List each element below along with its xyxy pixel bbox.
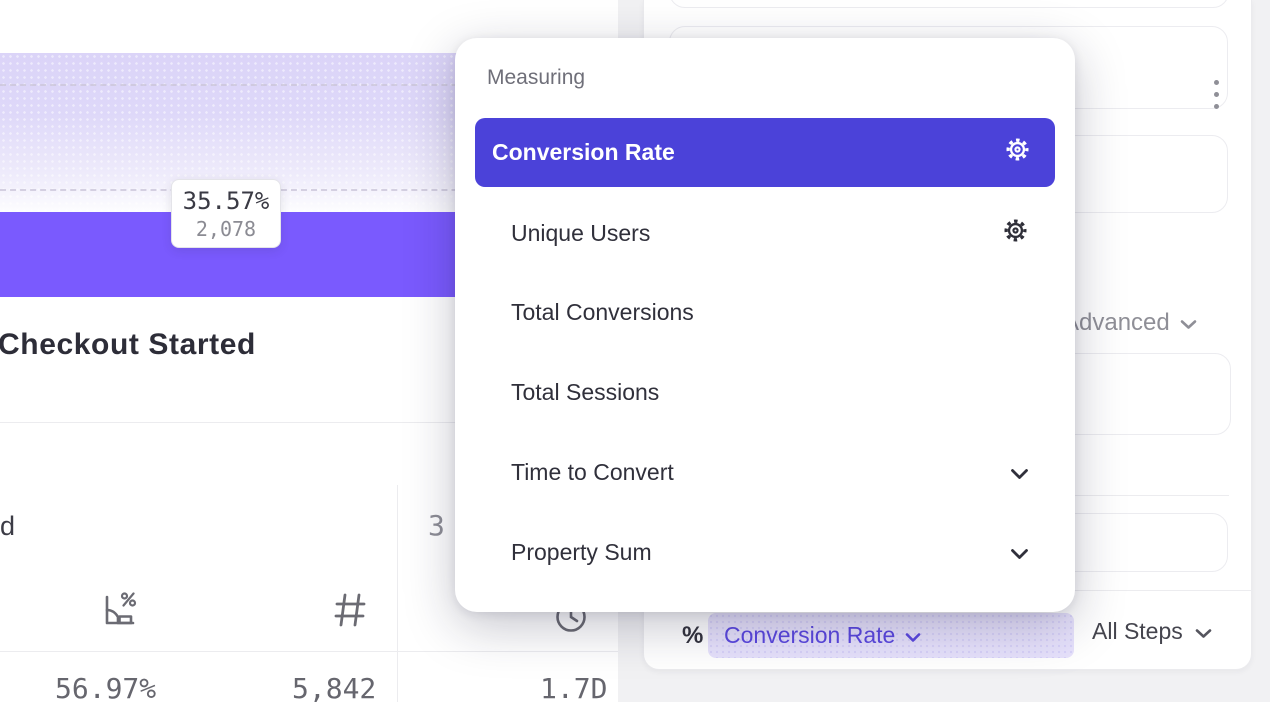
gear-icon[interactable] — [1004, 136, 1031, 169]
chart-tooltip: 35.57% 2,078 — [171, 179, 281, 248]
chevron-down-icon — [905, 622, 921, 649]
advanced-label: Advanced — [1063, 309, 1170, 337]
metric-count: 5,842 — [292, 672, 376, 702]
menu-item-property-sum[interactable]: Property Sum — [475, 521, 1055, 583]
table-step-label: d — [0, 511, 15, 542]
menu-item-label: Property Sum — [511, 539, 652, 566]
funnel-report-screen: 35.57% 2,078 Checkout Started d 3 — [0, 0, 1270, 702]
measuring-dropdown-menu: Measuring Conversion Rate Unique Users — [455, 38, 1075, 612]
chevron-down-icon — [1010, 539, 1029, 566]
gear-icon[interactable] — [1002, 217, 1029, 250]
steps-selector[interactable]: All Steps — [1092, 618, 1212, 645]
step-card[interactable] — [669, 0, 1229, 8]
menu-item-conversion-rate[interactable]: Conversion Rate — [475, 118, 1055, 187]
steps-selector-label: All Steps — [1092, 618, 1183, 645]
count-icon[interactable] — [334, 592, 366, 633]
measuring-chip-label: Conversion Rate — [724, 622, 895, 649]
menu-item-label: Total Conversions — [511, 299, 694, 326]
kebab-menu-icon[interactable] — [1212, 80, 1220, 109]
menu-section-label: Measuring — [487, 66, 585, 90]
menu-item-label: Conversion Rate — [492, 139, 675, 166]
metric-time-to-convert: 1.7D — [540, 672, 607, 702]
conversion-rate-icon[interactable] — [101, 589, 138, 635]
chevron-down-icon — [1010, 459, 1029, 486]
chevron-down-icon — [1195, 618, 1212, 645]
tooltip-conversion-rate: 35.57% — [183, 187, 270, 215]
advanced-toggle[interactable]: Advanced — [1063, 309, 1197, 337]
menu-item-unique-users[interactable]: Unique Users — [475, 202, 1055, 264]
chevron-down-icon — [1180, 309, 1197, 337]
table-column-divider — [397, 485, 398, 702]
menu-item-total-sessions[interactable]: Total Sessions — [475, 361, 1055, 423]
menu-item-label: Unique Users — [511, 220, 650, 247]
menu-item-label: Total Sessions — [511, 379, 659, 406]
table-step-number: 3 — [428, 509, 445, 542]
measuring-selector-chip[interactable]: Conversion Rate — [708, 613, 1074, 658]
metric-conversion-rate: 56.97% — [55, 672, 156, 702]
menu-item-label: Time to Convert — [511, 459, 674, 486]
percent-icon: % — [682, 622, 703, 650]
tooltip-count: 2,078 — [196, 217, 256, 241]
menu-item-time-to-convert[interactable]: Time to Convert — [475, 441, 1055, 503]
menu-item-total-conversions[interactable]: Total Conversions — [475, 281, 1055, 343]
step-title: Checkout Started — [0, 328, 256, 362]
table-row-divider — [0, 651, 618, 652]
